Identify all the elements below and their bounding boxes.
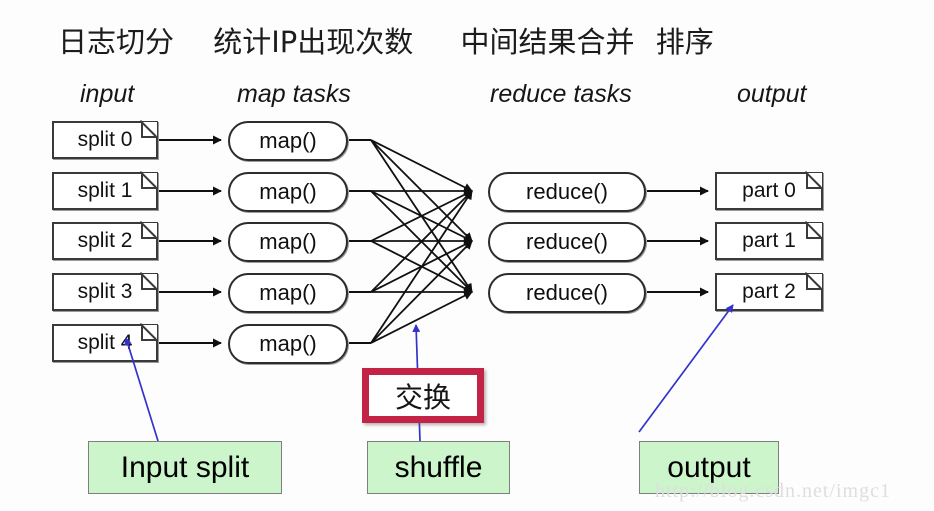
column-label-map-tasks: map tasks bbox=[237, 80, 351, 108]
column-label-output: output bbox=[737, 80, 807, 108]
reduce-task-label: reduce() bbox=[526, 280, 608, 305]
annotation-sorting: 排序 bbox=[655, 25, 714, 59]
annotation-count-ip: 统计IP出现次数 bbox=[213, 25, 414, 59]
reduce-task-label: reduce() bbox=[526, 179, 608, 204]
annotation-log-splitting: 日志切分 bbox=[58, 25, 175, 59]
split-box-label: split 3 bbox=[77, 280, 133, 303]
reduce-to-part-arrows bbox=[647, 186, 709, 297]
pointer-output bbox=[638, 304, 734, 433]
split-box-label: split 4 bbox=[77, 331, 133, 354]
callout-exchange[interactable]: 交换 bbox=[362, 368, 484, 423]
split-box-label: split 0 bbox=[77, 128, 133, 151]
callout-exchange-label: 交换 bbox=[394, 380, 451, 414]
callout-input-split-label: Input split bbox=[120, 450, 250, 484]
split-box-label: split 2 bbox=[77, 229, 133, 252]
map-task-1[interactable]: map() bbox=[228, 172, 348, 212]
split-box-label: split 1 bbox=[77, 179, 133, 202]
callout-shuffle-label: shuffle bbox=[394, 450, 483, 484]
part-box-1[interactable]: part 1 bbox=[715, 222, 823, 260]
shuffle-mesh bbox=[370, 139, 473, 344]
map-task-0[interactable]: map() bbox=[228, 121, 348, 161]
map-task-label: map() bbox=[259, 331, 317, 356]
callout-input-split[interactable]: Input split bbox=[88, 441, 282, 494]
map-task-label: map() bbox=[259, 229, 317, 254]
split-box-1[interactable]: split 1 bbox=[52, 172, 158, 210]
reduce-task-0[interactable]: reduce() bbox=[488, 172, 646, 212]
chinese-annotation-row: 日志切分 统计IP出现次数 中间结果合并 排序 bbox=[0, 18, 934, 66]
part-box-label: part 1 bbox=[742, 229, 796, 252]
map-task-label: map() bbox=[259, 179, 317, 204]
map-task-4[interactable]: map() bbox=[228, 324, 348, 364]
callout-shuffle[interactable]: shuffle bbox=[367, 441, 510, 494]
part-box-2[interactable]: part 2 bbox=[715, 273, 823, 311]
split-to-map-arrows bbox=[159, 135, 222, 348]
split-box-3[interactable]: split 3 bbox=[52, 273, 158, 311]
map-output-stubs bbox=[349, 139, 371, 344]
reduce-task-2[interactable]: reduce() bbox=[488, 273, 646, 313]
split-box-2[interactable]: split 2 bbox=[52, 222, 158, 260]
split-box-4[interactable]: split 4 bbox=[52, 324, 158, 362]
part-box-label: part 0 bbox=[742, 179, 796, 202]
part-box-0[interactable]: part 0 bbox=[715, 172, 823, 210]
column-label-reduce-tasks: reduce tasks bbox=[490, 80, 632, 108]
map-task-2[interactable]: map() bbox=[228, 222, 348, 262]
split-box-0[interactable]: split 0 bbox=[52, 121, 158, 159]
part-box-label: part 2 bbox=[742, 280, 796, 303]
reduce-task-1[interactable]: reduce() bbox=[488, 222, 646, 262]
diagram-canvas: 日志切分 统计IP出现次数 中间结果合并 排序 input map tasks … bbox=[0, 0, 934, 511]
annotation-merge-results: 中间结果合并 bbox=[460, 25, 635, 59]
map-task-label: map() bbox=[259, 128, 317, 153]
map-task-3[interactable]: map() bbox=[228, 273, 348, 313]
watermark-text: http://blog.csdn.net/imgc1 bbox=[655, 480, 891, 502]
reduce-task-label: reduce() bbox=[526, 229, 608, 254]
column-label-input: input bbox=[80, 80, 135, 108]
map-task-label: map() bbox=[259, 280, 317, 305]
